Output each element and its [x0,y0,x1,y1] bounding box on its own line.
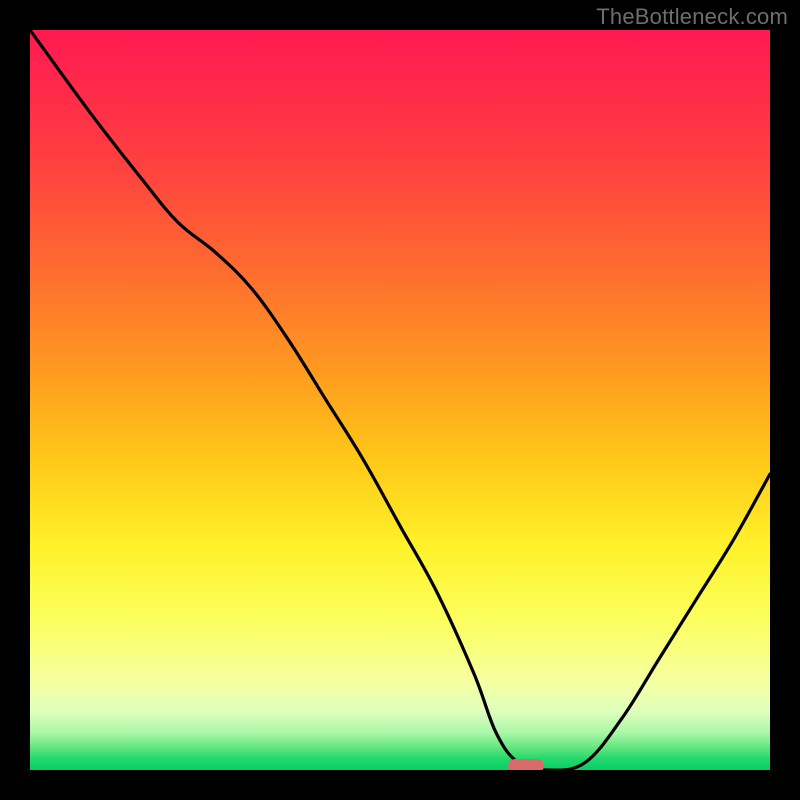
optimum-marker [508,759,544,770]
bottleneck-curve [30,30,770,770]
watermark-text: TheBottleneck.com [596,4,788,30]
plot-area [30,30,770,770]
chart-frame: TheBottleneck.com [0,0,800,800]
